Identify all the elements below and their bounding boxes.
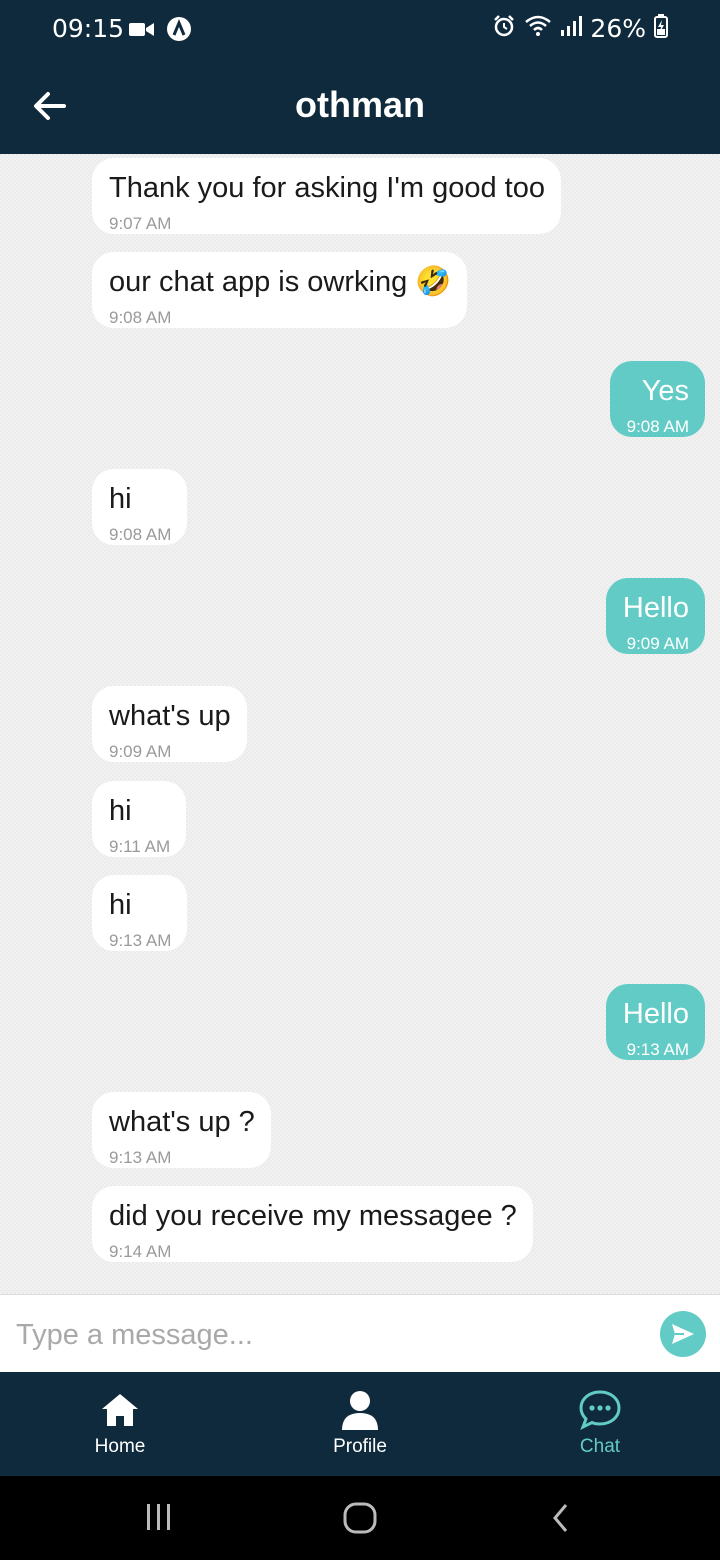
composer-bar xyxy=(0,1294,720,1373)
message-incoming[interactable]: did you receive my messagee ? 9:14 AM xyxy=(92,1186,533,1262)
tab-home[interactable]: Home xyxy=(40,1372,200,1476)
vpn-a-icon xyxy=(166,16,192,47)
message-text: Hello xyxy=(622,592,689,624)
message-incoming[interactable]: hi 9:08 AM xyxy=(92,469,188,545)
top-bar: 09:15 26% othman xyxy=(0,0,720,154)
recents-button[interactable] xyxy=(144,1502,174,1537)
chat-header: othman xyxy=(0,60,720,154)
video-camera-icon xyxy=(128,19,156,44)
alarm-icon xyxy=(492,14,516,43)
tab-profile[interactable]: Profile xyxy=(280,1372,440,1476)
message-text: our chat app is owrking 🤣 xyxy=(109,266,452,298)
message-time: 9:11 AM xyxy=(109,837,171,856)
send-button[interactable] xyxy=(660,1311,706,1357)
message-text: hi xyxy=(109,889,132,921)
home-system-button[interactable] xyxy=(343,1502,377,1539)
wifi-icon xyxy=(524,14,552,43)
message-text: what's up xyxy=(109,700,231,732)
message-incoming[interactable]: our chat app is owrking 🤣 9:08 AM xyxy=(92,252,468,328)
chat-bubble-icon xyxy=(579,1390,621,1431)
signal-icon xyxy=(560,15,583,42)
send-icon xyxy=(672,1324,694,1344)
message-text: hi xyxy=(109,483,132,515)
message-time: 9:08 AM xyxy=(626,417,689,436)
message-time: 9:08 AM xyxy=(109,525,172,544)
home-icon xyxy=(102,1394,138,1426)
system-navigation-bar xyxy=(0,1476,720,1560)
message-time: 9:09 AM xyxy=(109,742,172,761)
message-incoming[interactable]: what's up 9:09 AM xyxy=(92,686,247,762)
message-time: 9:08 AM xyxy=(109,308,172,327)
message-time: 9:07 AM xyxy=(109,214,172,233)
back-system-button[interactable] xyxy=(550,1502,572,1539)
message-time: 9:09 AM xyxy=(626,634,689,653)
message-text: what's up ? xyxy=(109,1106,255,1138)
message-input[interactable] xyxy=(14,1303,638,1367)
tab-label: Home xyxy=(94,1436,146,1457)
status-time: 09:15 xyxy=(52,14,125,43)
message-text: Yes xyxy=(641,375,689,407)
chevron-left-icon xyxy=(553,1504,568,1532)
message-incoming[interactable]: hi 9:13 AM xyxy=(92,875,188,951)
message-outgoing[interactable]: Hello 9:13 AM xyxy=(605,984,705,1060)
message-incoming[interactable]: hi 9:11 AM xyxy=(92,781,187,857)
status-left-icons xyxy=(128,16,192,47)
message-incoming[interactable]: what's up ? 9:13 AM xyxy=(92,1092,271,1168)
message-text: Hello xyxy=(622,998,689,1030)
message-time: 9:13 AM xyxy=(109,1148,172,1167)
message-outgoing[interactable]: Yes 9:08 AM xyxy=(609,361,705,437)
battery-charging-icon xyxy=(654,14,668,43)
conversation-title: othman xyxy=(295,84,425,125)
status-bar: 09:15 26% xyxy=(0,0,720,60)
message-list[interactable]: Thank you for asking I'm good too 9:07 A… xyxy=(0,154,720,1294)
message-text: hi xyxy=(109,795,132,827)
user-icon xyxy=(342,1391,378,1430)
message-time: 9:14 AM xyxy=(109,1242,172,1261)
battery-percent: 26% xyxy=(590,14,646,43)
message-time: 9:13 AM xyxy=(109,931,172,950)
bottom-tab-bar: Home Profile Chat xyxy=(0,1372,720,1476)
message-text: Thank you for asking I'm good too xyxy=(109,172,545,204)
tab-chat[interactable]: Chat xyxy=(520,1372,680,1476)
status-right-icons: 26% xyxy=(492,14,668,43)
tab-label: Profile xyxy=(333,1436,387,1457)
message-text: did you receive my messagee ? xyxy=(109,1200,517,1232)
tab-label: Chat xyxy=(579,1436,621,1457)
home-circle-icon xyxy=(343,1502,377,1534)
recents-icon xyxy=(147,1504,170,1530)
message-time: 9:13 AM xyxy=(626,1040,689,1059)
message-incoming[interactable]: Thank you for asking I'm good too 9:07 A… xyxy=(92,158,561,234)
message-outgoing[interactable]: Hello 9:09 AM xyxy=(605,578,705,654)
